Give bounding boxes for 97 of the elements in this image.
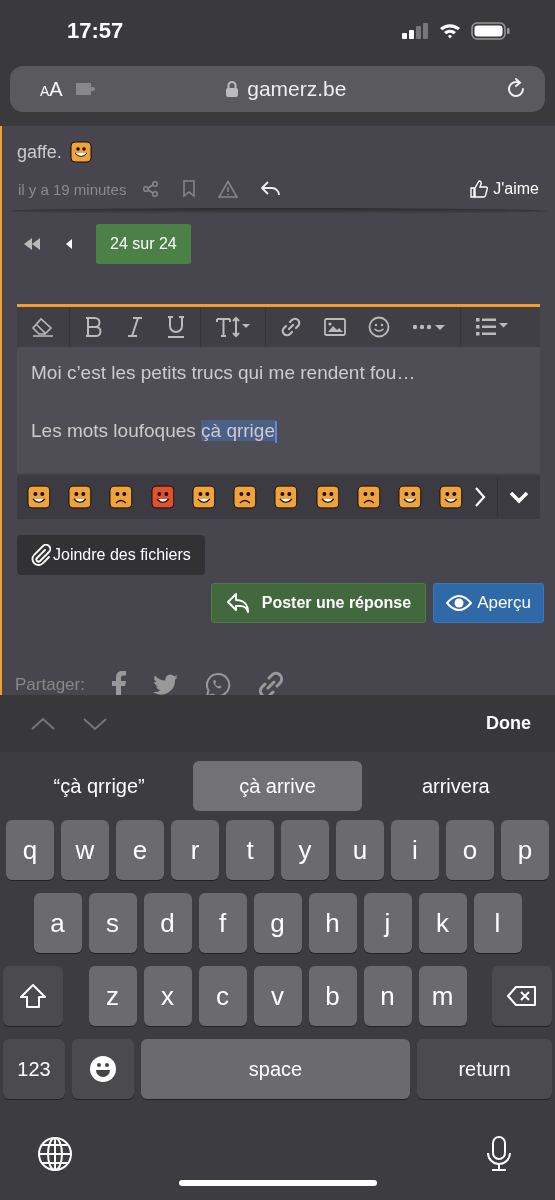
key[interactable]: t	[226, 820, 274, 880]
key[interactable]: e	[116, 820, 164, 880]
facebook-icon[interactable]	[110, 671, 127, 695]
link-icon[interactable]	[280, 316, 302, 338]
key[interactable]: n	[363, 966, 412, 1026]
key[interactable]: o	[446, 820, 494, 880]
battery-icon	[471, 21, 511, 41]
address-bar[interactable]: AA gamerz.be	[10, 66, 545, 112]
paperclip-icon	[31, 544, 51, 566]
chevron-down-icon[interactable]	[508, 490, 530, 504]
key[interactable]: w	[61, 820, 109, 880]
thumbs-up-icon	[470, 180, 489, 198]
key[interactable]: d	[143, 893, 192, 953]
emoji-icon	[89, 1055, 117, 1083]
next-field-icon[interactable]	[82, 716, 108, 731]
key[interactable]: q	[6, 820, 54, 880]
post-reply-button[interactable]: Poster une réponse	[210, 583, 427, 623]
delete-key[interactable]	[492, 966, 552, 1026]
like-button[interactable]: J'aime	[470, 180, 539, 198]
message-field[interactable]: Moi c’est les petits trucs qui me rendent fou… Les mots loufoques çà qrrige	[17, 347, 540, 473]
post-time[interactable]: il y a 19 minutes	[18, 180, 127, 198]
key[interactable]: f	[198, 893, 247, 953]
key[interactable]: h	[308, 893, 357, 953]
key[interactable]: l	[473, 893, 522, 953]
key[interactable]: m	[418, 966, 467, 1026]
key[interactable]: v	[253, 966, 302, 1026]
space-key[interactable]: space	[141, 1039, 410, 1099]
smiley-icon	[69, 141, 92, 163]
shift-icon	[19, 983, 47, 1009]
status-time: 17:57	[67, 18, 125, 44]
share-label: Partager:	[15, 675, 85, 695]
smiley-icon[interactable]	[274, 485, 299, 509]
numbers-key[interactable]: 123	[3, 1039, 65, 1099]
warning-icon[interactable]	[218, 180, 239, 198]
eye-icon	[446, 594, 473, 612]
key[interactable]: c	[198, 966, 247, 1026]
link-icon[interactable]	[256, 671, 285, 695]
wifi-icon	[438, 22, 462, 40]
globe-icon[interactable]	[37, 1136, 73, 1172]
key[interactable]: i	[391, 820, 439, 880]
underline-icon[interactable]	[166, 315, 186, 339]
bold-icon[interactable]	[84, 316, 104, 338]
key[interactable]: x	[143, 966, 192, 1026]
post-text: gaffe.	[17, 141, 62, 163]
smiley-icon[interactable]	[150, 485, 175, 509]
reply-icon	[225, 592, 252, 614]
next-icon[interactable]	[473, 485, 487, 509]
smiley-icon[interactable]	[191, 485, 216, 509]
italic-icon[interactable]	[126, 316, 144, 338]
preview-button[interactable]: Aperçu	[433, 583, 544, 623]
signal-icon	[401, 22, 429, 40]
key[interactable]: j	[363, 893, 412, 953]
previous-page-icon[interactable]	[64, 237, 74, 251]
smiley-icon[interactable]	[233, 485, 257, 509]
image-icon[interactable]	[324, 318, 346, 336]
suggestion[interactable]: “çà qrrige”	[15, 761, 184, 811]
key[interactable]: k	[418, 893, 467, 953]
smiley-icon[interactable]	[68, 485, 92, 509]
smiley-icon[interactable]	[356, 485, 381, 509]
share-icon[interactable]	[142, 180, 161, 198]
text-size-button[interactable]: AA	[40, 77, 63, 101]
key[interactable]: s	[88, 893, 137, 953]
more-icon[interactable]	[412, 322, 446, 332]
list-icon[interactable]	[475, 317, 509, 337]
smiley-icon[interactable]	[109, 485, 134, 509]
bird-icon[interactable]	[152, 674, 179, 695]
suggestion[interactable]: çà arrive	[193, 761, 362, 811]
first-page-icon[interactable]	[22, 237, 42, 251]
key[interactable]: a	[33, 893, 82, 953]
smiley-icon[interactable]	[27, 485, 51, 509]
bookmark-icon[interactable]	[182, 180, 197, 198]
suggestion[interactable]: arrivera	[371, 761, 540, 811]
eraser-icon[interactable]	[31, 317, 55, 337]
key[interactable]: y	[281, 820, 329, 880]
url-text[interactable]: gamerz.be	[247, 77, 347, 101]
key[interactable]: u	[336, 820, 384, 880]
key[interactable]: g	[253, 893, 302, 953]
text-size-icon[interactable]	[215, 316, 251, 338]
key[interactable]: z	[88, 966, 137, 1026]
microphone-icon[interactable]	[486, 1136, 512, 1172]
key[interactable]: b	[308, 966, 357, 1026]
attach-files-button[interactable]: Joindre des fichiers	[17, 535, 205, 575]
current-page-button[interactable]: 24 sur 24	[96, 224, 191, 264]
shift-key[interactable]	[3, 966, 63, 1026]
delete-icon	[507, 985, 537, 1007]
return-key[interactable]: return	[417, 1039, 552, 1099]
smiley-icon[interactable]	[398, 485, 422, 509]
previous-field-icon[interactable]	[30, 716, 56, 731]
smiley-icon[interactable]	[439, 485, 463, 509]
reply-icon[interactable]	[260, 180, 283, 198]
smiley-icon[interactable]	[315, 485, 340, 509]
key[interactable]: r	[171, 820, 219, 880]
chat-bubble-icon[interactable]	[204, 672, 231, 695]
key[interactable]: p	[501, 820, 549, 880]
lock-icon	[225, 80, 240, 98]
done-button[interactable]: Done	[486, 713, 531, 734]
emoji-key[interactable]	[72, 1039, 134, 1099]
